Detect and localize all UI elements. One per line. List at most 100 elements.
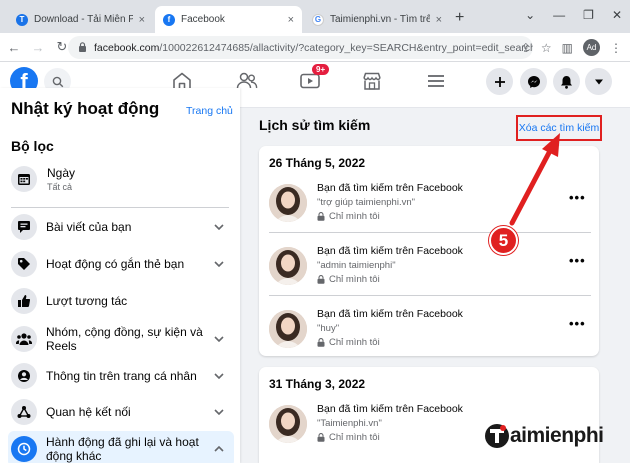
- messenger-button[interactable]: [520, 68, 547, 95]
- bell-icon: [561, 75, 572, 89]
- sidebar-item-label: Bài viết của bạn: [46, 220, 132, 234]
- sidebar-item-connections[interactable]: Quan hệ kết nối: [8, 397, 234, 427]
- browser-tab-google[interactable]: G Taimienphi.vn - Tìm trên Goo ×: [304, 6, 450, 33]
- entry-query-text: "admin taimienphi": [317, 260, 396, 271]
- sidebar-icon[interactable]: ▥: [562, 41, 573, 55]
- more-options-icon[interactable]: •••: [569, 316, 586, 331]
- messenger-icon: [527, 75, 540, 88]
- entry-query-text: "huy": [317, 323, 340, 334]
- watermark-text: aimienphi: [510, 424, 604, 447]
- privacy-label: Chỉ mình tôi: [317, 211, 380, 222]
- forward-icon[interactable]: →: [28, 40, 48, 55]
- privacy-text: Chỉ mình tôi: [329, 211, 380, 222]
- browser-tab-download[interactable]: T Download - Tải Miễn Phí VN ×: [8, 6, 153, 33]
- avatar[interactable]: [269, 405, 307, 443]
- profile-icon: [11, 363, 37, 389]
- caret-down-icon: [594, 79, 603, 84]
- list-item: Bạn đã tìm kiếm trên Facebook "huy" Chỉ …: [269, 298, 591, 356]
- nav-menu[interactable]: [414, 66, 458, 96]
- sidebar-item-logged-actions[interactable]: Hành động đã ghi lại và hoạt động khác: [8, 431, 234, 463]
- sidebar-title: Nhật ký hoạt động: [11, 99, 160, 118]
- browser-extension-icons: ⇪ ☆ ▥ Ad ⋮: [521, 39, 622, 56]
- address-bar[interactable]: facebook.com/100022612474685/allactivity…: [68, 36, 533, 59]
- logged-actions-icon: [11, 436, 37, 462]
- avatar[interactable]: [269, 184, 307, 222]
- like-icon: [11, 288, 37, 314]
- url-host: facebook.com: [94, 41, 160, 54]
- share-icon[interactable]: ⇪: [521, 41, 531, 55]
- sidebar-item-tagged-activity[interactable]: Hoạt động có gắn thẻ bạn: [8, 249, 234, 279]
- watermark-logo: aimienphi: [484, 416, 630, 456]
- browser-toolbar: ← → ↻ facebook.com/100022612474685/allac…: [0, 33, 630, 62]
- maximize-icon[interactable]: ❐: [583, 8, 594, 22]
- sidebar-item-interactions[interactable]: Lượt tương tác: [8, 286, 234, 316]
- list-item: Bạn đã tìm kiếm trên Facebook "admin tai…: [269, 235, 591, 293]
- bookmark-star-icon[interactable]: ☆: [541, 41, 552, 55]
- profile-avatar[interactable]: Ad: [583, 39, 600, 56]
- entry-query-text: "trợ giúp taimienphi.vn": [317, 197, 415, 208]
- sidebar-item-label: Quan hệ kết nối: [46, 405, 131, 419]
- chevron-down-icon: [210, 334, 228, 345]
- close-icon[interactable]: ×: [436, 14, 442, 26]
- nav-marketplace[interactable]: [350, 66, 394, 96]
- divider: [11, 207, 229, 208]
- more-options-icon[interactable]: •••: [569, 190, 586, 205]
- menu-kebab-icon[interactable]: ⋮: [610, 41, 622, 55]
- marketplace-store-icon: [363, 72, 381, 90]
- sidebar-item-label: Thông tin trên trang cá nhân: [46, 369, 197, 383]
- date-filter[interactable]: Ngày Tất cả: [8, 160, 232, 198]
- facebook-favicon-icon: f: [163, 13, 175, 26]
- back-icon[interactable]: ←: [4, 40, 24, 55]
- tab-title: Facebook: [181, 14, 225, 25]
- chevron-down-icon[interactable]: ⌄: [525, 8, 535, 22]
- privacy-label: Chỉ mình tôi: [317, 432, 380, 443]
- privacy-text: Chỉ mình tôi: [329, 337, 380, 348]
- lock-icon: [317, 433, 325, 442]
- new-tab-button[interactable]: +: [455, 9, 464, 27]
- sidebar-item-profile-info[interactable]: Thông tin trên trang cá nhân: [8, 361, 234, 391]
- account-menu-button[interactable]: [585, 68, 612, 95]
- more-options-icon[interactable]: •••: [569, 253, 586, 268]
- nav-watch[interactable]: 9+: [288, 64, 332, 96]
- sidebar-item-groups-events-reels[interactable]: Nhóm, cộng đồng, sự kiện và Reels: [8, 322, 234, 356]
- divider: [269, 295, 591, 296]
- browser-tab-facebook[interactable]: f Facebook ×: [155, 6, 302, 33]
- activity-log-sidebar: Nhật ký hoạt động Trang chủ Bộ lọc Ngày …: [0, 88, 240, 463]
- entry-action-text: Bạn đã tìm kiếm trên Facebook: [317, 403, 463, 415]
- avatar[interactable]: [269, 247, 307, 285]
- divider: [269, 232, 591, 233]
- page-title: Lịch sử tìm kiếm: [259, 117, 371, 133]
- search-icon: [52, 76, 63, 87]
- home-link[interactable]: Trang chủ: [186, 105, 233, 117]
- entry-query-text: "Taimienphi.vn": [317, 418, 382, 429]
- privacy-text: Chỉ mình tôi: [329, 432, 380, 443]
- video-play-icon: [300, 73, 320, 89]
- step-marker: 5: [489, 226, 518, 255]
- lock-icon[interactable]: [78, 41, 87, 54]
- avatar[interactable]: [269, 310, 307, 348]
- tag-icon: [11, 251, 37, 277]
- close-icon[interactable]: ×: [139, 14, 145, 26]
- chevron-up-icon: [210, 444, 228, 455]
- privacy-label: Chỉ mình tôi: [317, 274, 380, 285]
- post-icon: [11, 214, 37, 240]
- lock-icon: [317, 338, 325, 347]
- tab-favicon-icon: T: [16, 13, 28, 26]
- chevron-down-icon: [210, 371, 228, 382]
- sidebar-item-label: Lượt tương tác: [46, 294, 128, 308]
- group-date: 31 Tháng 3, 2022: [269, 377, 366, 391]
- close-icon[interactable]: ×: [288, 14, 294, 26]
- notifications-button[interactable]: [553, 68, 580, 95]
- tab-title: Download - Tải Miễn Phí VN: [34, 14, 133, 25]
- create-button[interactable]: [486, 68, 513, 95]
- entry-action-text: Bạn đã tìm kiếm trên Facebook: [317, 308, 463, 320]
- group-date: 26 Tháng 5, 2022: [269, 156, 366, 170]
- privacy-text: Chỉ mình tôi: [329, 274, 380, 285]
- window-close-icon[interactable]: ✕: [612, 8, 622, 22]
- watermark-t-icon: [485, 424, 509, 448]
- sidebar-item-label: Nhóm, cộng đồng, sự kiện và Reels: [46, 325, 203, 353]
- calendar-icon: [11, 166, 37, 192]
- minimize-icon[interactable]: —: [553, 8, 565, 22]
- sidebar-item-your-posts[interactable]: Bài viết của bạn: [8, 212, 234, 242]
- lock-icon: [317, 275, 325, 284]
